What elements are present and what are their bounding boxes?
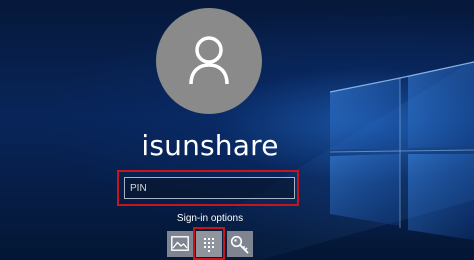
lock-screen: isunshare Sign-in options (0, 0, 474, 260)
key-icon (230, 235, 249, 254)
user-icon (189, 36, 229, 85)
pin-option-highlight (193, 227, 225, 260)
password-option[interactable] (227, 231, 253, 257)
pin-input[interactable] (124, 177, 295, 199)
user-avatar (156, 8, 262, 114)
picture-password-option[interactable] (167, 231, 193, 257)
picture-icon (171, 236, 189, 251)
username: isunshare (141, 129, 279, 162)
sign-in-options-label: Sign-in options (176, 213, 244, 224)
